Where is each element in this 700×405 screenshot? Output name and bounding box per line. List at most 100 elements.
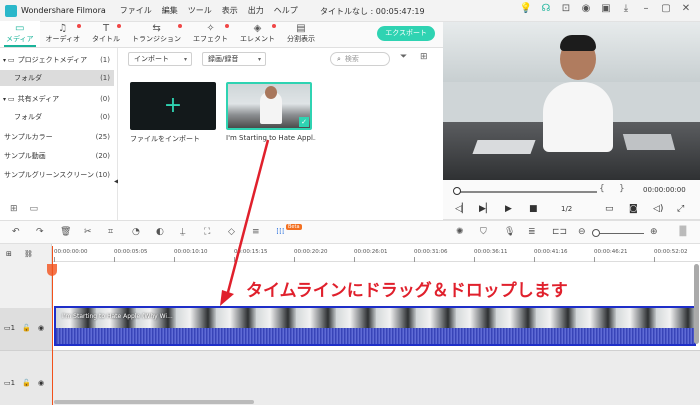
search-input[interactable]: ⌕ 検索 (330, 52, 390, 66)
horizontal-scrollbar[interactable] (54, 400, 254, 404)
sidebar-item-shared-folder[interactable]: フォルダ (0) (0, 109, 114, 125)
gift-icon[interactable]: ⊡ (556, 3, 576, 14)
play-pause-icon[interactable]: ▶▏ (479, 204, 493, 214)
audio-adjust-icon[interactable]: ≡ (252, 227, 260, 237)
ruler-tick: 00:00:05:05 (114, 249, 148, 255)
eye-icon[interactable]: ◉ (38, 379, 44, 387)
grid-view-icon[interactable]: ⊞ (420, 52, 428, 62)
quality-dropdown[interactable]: 1/2 (561, 205, 572, 213)
close-icon[interactable]: ✕ (676, 3, 696, 14)
folder-icon[interactable]: ▭ (30, 204, 39, 214)
playhead-handle[interactable] (47, 264, 57, 276)
microphone-icon[interactable]: 🎙 (504, 227, 515, 237)
tab-media[interactable]: ▭ メディア (0, 21, 40, 47)
zoom-out-icon[interactable]: ⊖ (578, 227, 586, 237)
timeline[interactable]: 00:00:00:00 00:00:05:05 00:00:10:10 00:0… (47, 244, 700, 405)
sidebar-item-project-media[interactable]: ▾ ▭ プロジェクトメディア (1) (0, 52, 114, 68)
import-dropdown[interactable]: インポート ▾ (128, 52, 192, 66)
plus-icon: + (163, 93, 183, 118)
render-icon[interactable]: ✺ (456, 227, 464, 237)
ruler-tick: 00:00:31:06 (414, 249, 448, 255)
menu-file[interactable]: ファイル (120, 5, 152, 16)
zoom-in-icon[interactable]: ⊕ (650, 227, 658, 237)
delete-icon[interactable]: 🗑 (60, 227, 71, 237)
undo-icon[interactable]: ↶ (12, 227, 20, 237)
mark-in-icon[interactable]: { (599, 184, 605, 194)
play-icon[interactable]: ▶ (505, 204, 512, 214)
snap-icon[interactable]: ⊏⊐ (552, 227, 567, 237)
import-media-tile[interactable]: + (130, 82, 216, 130)
filter-icon[interactable]: ⏷ (400, 52, 407, 62)
volume-icon[interactable]: ◁) (653, 204, 663, 214)
sidebar-item-sample-videos[interactable]: サンプル動画 (20) (0, 148, 114, 164)
sidebar-item-shared-media[interactable]: ▾ ▭ 共有メディア (0) (0, 91, 114, 107)
lock-icon[interactable]: 🔓 (22, 379, 31, 387)
redo-icon[interactable]: ↷ (36, 227, 44, 237)
lock-icon[interactable]: 🔓 (22, 324, 31, 332)
fullscreen-icon[interactable]: ⤢ (677, 204, 684, 214)
sidebar-item-sample-colors[interactable]: サンプルカラー (25) (0, 129, 114, 145)
filmora-logo-icon (5, 4, 17, 17)
timeline-video-clip[interactable]: I'm Starting to Hate Apple (Why Wi... (54, 306, 696, 346)
zoom-slider-handle[interactable] (592, 229, 600, 237)
tab-elements[interactable]: ◈ エレメント (234, 21, 281, 47)
crop-icon[interactable]: ⌗ (108, 227, 113, 237)
playhead[interactable] (47, 246, 57, 405)
tab-effects[interactable]: ✧ エフェクト (187, 21, 234, 47)
tab-titles[interactable]: T タイトル (86, 21, 126, 47)
maximize-icon[interactable]: ▢ (656, 3, 676, 14)
add-folder-icon[interactable]: ⊞ (10, 204, 18, 214)
link-icon[interactable]: ⛓ (24, 250, 33, 258)
title-bar: Wondershare Filmora ファイル 編集 ツール 表示 出力 ヘル… (0, 0, 700, 22)
sidebar-item-sample-green-screen[interactable]: サンプルグリーンスクリーン (10) (0, 167, 114, 183)
export-button[interactable]: エクスポート (377, 26, 435, 41)
eye-icon[interactable]: ◉ (38, 324, 44, 332)
menu-view[interactable]: 表示 (222, 5, 238, 16)
save-icon[interactable]: ▣ (596, 3, 616, 14)
step-back-icon[interactable]: ◁▏ (455, 204, 469, 214)
ai-audio-icon[interactable]: ⁞⁞⁞ (276, 227, 285, 237)
menu-tools[interactable]: ツール (188, 5, 212, 16)
track-height-icon[interactable]: ▐▌ (676, 227, 690, 237)
minimize-icon[interactable]: – (636, 3, 656, 14)
video-clip-thumbnail[interactable]: ✓ (226, 82, 312, 130)
preview-time: 00:00:00:00 (643, 186, 686, 194)
tab-split-screen[interactable]: ▤ 分割表示 (281, 21, 321, 47)
download-icon[interactable]: ⤓ (616, 3, 636, 14)
headset-icon[interactable]: ☊ (536, 3, 556, 14)
marker-icon[interactable]: ◇ (228, 227, 235, 237)
mark-out-icon[interactable]: } (619, 184, 625, 194)
scrubber-handle[interactable] (453, 187, 461, 195)
empty-track[interactable] (52, 350, 700, 405)
ruler-tick: 00:00:52:02 (654, 249, 688, 255)
stop-icon[interactable]: ■ (529, 204, 538, 214)
fit-icon[interactable]: ⛶ (204, 227, 210, 237)
lightbulb-icon[interactable]: 💡 (516, 3, 536, 14)
ruler-tick: 00:00:46:21 (594, 249, 628, 255)
sidebar-item-folder[interactable]: フォルダ (1) (0, 70, 114, 86)
menu-export[interactable]: 出力 (248, 5, 264, 16)
snapshot-icon[interactable]: ◙ (629, 204, 638, 214)
speed-icon[interactable]: ◔ (132, 227, 140, 237)
preview-controls: { } 00:00:00:00 ◁▏ ▶▏ ▶ ■ 1/2 ▭ ◙ ◁) ⤢ (443, 180, 700, 220)
new-badge (117, 24, 122, 28)
monitor-icon[interactable]: ▭ (605, 204, 614, 214)
scissors-icon[interactable]: ✂ (84, 227, 92, 237)
record-dropdown[interactable]: 録画/録音 ▾ (202, 52, 266, 66)
vertical-scrollbar[interactable] (694, 264, 699, 344)
ruler-tick: 00:00:00:00 (54, 249, 88, 255)
shield-icon[interactable]: ⛉ (480, 227, 487, 237)
tab-transitions[interactable]: ⇆ トランジション (126, 21, 187, 47)
audio-mixer-icon[interactable]: ≣ (528, 227, 536, 237)
keyframe-icon[interactable]: ⍊ (180, 227, 185, 237)
tab-audio[interactable]: ♫ オーディオ (40, 21, 87, 47)
menu-edit[interactable]: 編集 (162, 5, 178, 16)
account-icon[interactable]: ◉ (576, 3, 596, 14)
zoom-slider[interactable] (594, 233, 644, 234)
add-track-icon[interactable]: ⊞ (6, 250, 12, 258)
menu-help[interactable]: ヘルプ (274, 5, 298, 16)
timeline-ruler[interactable]: 00:00:00:00 00:00:05:05 00:00:10:10 00:0… (52, 244, 700, 262)
ruler-tick: 00:00:10:10 (174, 249, 208, 255)
color-icon[interactable]: ◐ (156, 227, 164, 237)
preview-scrubber[interactable] (457, 191, 597, 193)
